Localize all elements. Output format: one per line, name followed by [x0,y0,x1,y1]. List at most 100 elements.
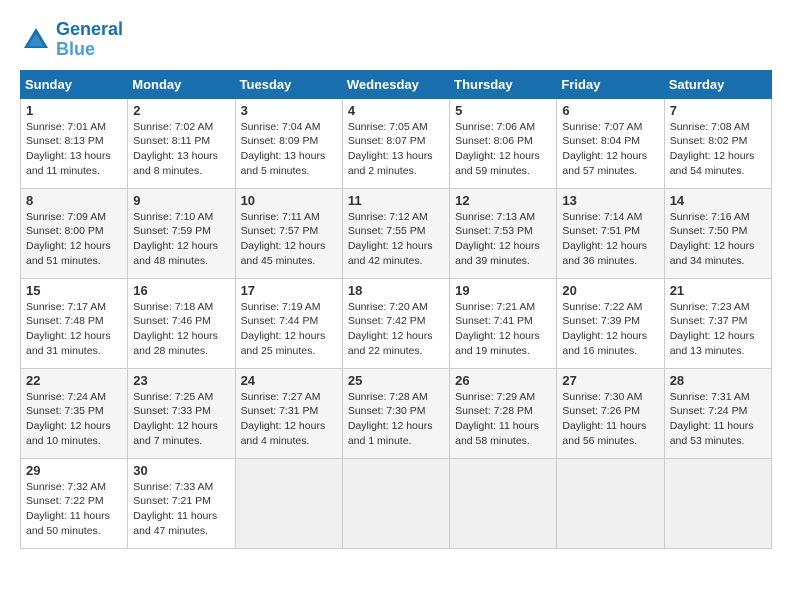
day-number: 30 [133,463,229,478]
day-info: Sunrise: 7:27 AM Sunset: 7:31 PM Dayligh… [241,390,337,449]
day-info: Sunrise: 7:19 AM Sunset: 7:44 PM Dayligh… [241,300,337,359]
day-info: Sunrise: 7:13 AM Sunset: 7:53 PM Dayligh… [455,210,551,269]
calendar-cell: 26 Sunrise: 7:29 AM Sunset: 7:28 PM Dayli… [450,368,557,458]
day-number: 1 [26,103,122,118]
calendar-cell: 1 Sunrise: 7:01 AM Sunset: 8:13 PM Daylig… [21,98,128,188]
calendar-cell: 10 Sunrise: 7:11 AM Sunset: 7:57 PM Dayli… [235,188,342,278]
calendar-cell: 29 Sunrise: 7:32 AM Sunset: 7:22 PM Dayli… [21,458,128,548]
calendar-cell: 20 Sunrise: 7:22 AM Sunset: 7:39 PM Dayli… [557,278,664,368]
calendar-cell: 16Sunrise: 7:18 AM Sunset: 7:46 PM Dayli… [128,278,235,368]
day-number: 21 [670,283,766,298]
day-info: Sunrise: 7:17 AM Sunset: 7:48 PM Dayligh… [26,300,122,359]
day-number: 8 [26,193,122,208]
day-info: Sunrise: 7:25 AM Sunset: 7:33 PM Dayligh… [133,390,229,449]
calendar-cell: 15 Sunrise: 7:17 AM Sunset: 7:48 PM Dayli… [21,278,128,368]
day-number: 4 [348,103,444,118]
day-number: 3 [241,103,337,118]
day-number: 15 [26,283,122,298]
calendar-cell: 14 Sunrise: 7:16 AM Sunset: 7:50 PM Dayli… [664,188,771,278]
calendar-cell [664,458,771,548]
day-number: 12 [455,193,551,208]
calendar-cell [557,458,664,548]
day-info: Sunrise: 7:24 AM Sunset: 7:35 PM Dayligh… [26,390,122,449]
column-header-thursday: Thursday [450,70,557,98]
day-number: 14 [670,193,766,208]
day-number: 10 [241,193,337,208]
page-header: General Blue [20,20,772,60]
day-info: Sunrise: 7:32 AM Sunset: 7:22 PM Dayligh… [26,480,122,539]
day-info: Sunrise: 7:33 AM Sunset: 7:21 PM Dayligh… [133,480,229,539]
day-number: 27 [562,373,658,388]
day-info: Sunrise: 7:18 AM Sunset: 7:46 PM Dayligh… [133,300,229,359]
calendar-cell: 6Sunrise: 7:07 AM Sunset: 8:04 PM Daylig… [557,98,664,188]
calendar-cell: 24 Sunrise: 7:27 AM Sunset: 7:31 PM Dayli… [235,368,342,458]
day-number: 7 [670,103,766,118]
calendar-cell: 23 Sunrise: 7:25 AM Sunset: 7:33 PM Dayli… [128,368,235,458]
week-row-4: 22 Sunrise: 7:24 AM Sunset: 7:35 PM Dayli… [21,368,772,458]
calendar-cell: 30 Sunrise: 7:33 AM Sunset: 7:21 PM Dayli… [128,458,235,548]
calendar-cell: 11 Sunrise: 7:12 AM Sunset: 7:55 PM Dayli… [342,188,449,278]
day-info: Sunrise: 7:08 AM Sunset: 8:02 PM Dayligh… [670,120,766,179]
day-number: 22 [26,373,122,388]
day-info: Sunrise: 7:04 AM Sunset: 8:09 PM Dayligh… [241,120,337,179]
calendar-cell: 28Sunrise: 7:31 AM Sunset: 7:24 PM Dayli… [664,368,771,458]
day-info: Sunrise: 7:20 AM Sunset: 7:42 PM Dayligh… [348,300,444,359]
calendar-cell: 25 Sunrise: 7:28 AM Sunset: 7:30 PM Dayli… [342,368,449,458]
column-header-friday: Friday [557,70,664,98]
day-number: 5 [455,103,551,118]
calendar-cell: 7 Sunrise: 7:08 AM Sunset: 8:02 PM Daylig… [664,98,771,188]
calendar-cell: 19 Sunrise: 7:21 AM Sunset: 7:41 PM Dayli… [450,278,557,368]
day-info: Sunrise: 7:22 AM Sunset: 7:39 PM Dayligh… [562,300,658,359]
day-info: Sunrise: 7:07 AM Sunset: 8:04 PM Dayligh… [562,120,658,179]
day-number: 2 [133,103,229,118]
day-info: Sunrise: 7:14 AM Sunset: 7:51 PM Dayligh… [562,210,658,269]
calendar-header: SundayMondayTuesdayWednesdayThursdayFrid… [21,70,772,98]
week-row-3: 15 Sunrise: 7:17 AM Sunset: 7:48 PM Dayli… [21,278,772,368]
day-info: Sunrise: 7:11 AM Sunset: 7:57 PM Dayligh… [241,210,337,269]
calendar-cell: 13Sunrise: 7:14 AM Sunset: 7:51 PM Dayli… [557,188,664,278]
calendar-cell: 17 Sunrise: 7:19 AM Sunset: 7:44 PM Dayli… [235,278,342,368]
calendar-cell: 27 Sunrise: 7:30 AM Sunset: 7:26 PM Dayli… [557,368,664,458]
day-info: Sunrise: 7:06 AM Sunset: 8:06 PM Dayligh… [455,120,551,179]
calendar-table: SundayMondayTuesdayWednesdayThursdayFrid… [20,70,772,549]
day-number: 20 [562,283,658,298]
day-number: 23 [133,373,229,388]
calendar-cell: 22 Sunrise: 7:24 AM Sunset: 7:35 PM Dayli… [21,368,128,458]
calendar-cell: 9Sunrise: 7:10 AM Sunset: 7:59 PM Daylig… [128,188,235,278]
day-info: Sunrise: 7:02 AM Sunset: 8:11 PM Dayligh… [133,120,229,179]
column-header-monday: Monday [128,70,235,98]
column-header-tuesday: Tuesday [235,70,342,98]
calendar-cell [235,458,342,548]
calendar-cell: 3 Sunrise: 7:04 AM Sunset: 8:09 PM Daylig… [235,98,342,188]
day-info: Sunrise: 7:01 AM Sunset: 8:13 PM Dayligh… [26,120,122,179]
calendar-cell: 21 Sunrise: 7:23 AM Sunset: 7:37 PM Dayli… [664,278,771,368]
day-info: Sunrise: 7:23 AM Sunset: 7:37 PM Dayligh… [670,300,766,359]
week-row-1: 1 Sunrise: 7:01 AM Sunset: 8:13 PM Daylig… [21,98,772,188]
day-number: 24 [241,373,337,388]
calendar-cell [450,458,557,548]
column-header-wednesday: Wednesday [342,70,449,98]
calendar-cell: 8 Sunrise: 7:09 AM Sunset: 8:00 PM Daylig… [21,188,128,278]
day-number: 29 [26,463,122,478]
day-info: Sunrise: 7:30 AM Sunset: 7:26 PM Dayligh… [562,390,658,449]
day-info: Sunrise: 7:21 AM Sunset: 7:41 PM Dayligh… [455,300,551,359]
day-info: Sunrise: 7:09 AM Sunset: 8:00 PM Dayligh… [26,210,122,269]
day-number: 26 [455,373,551,388]
day-info: Sunrise: 7:05 AM Sunset: 8:07 PM Dayligh… [348,120,444,179]
day-number: 28 [670,373,766,388]
calendar-cell: 12 Sunrise: 7:13 AM Sunset: 7:53 PM Dayli… [450,188,557,278]
day-number: 11 [348,193,444,208]
day-number: 25 [348,373,444,388]
day-info: Sunrise: 7:28 AM Sunset: 7:30 PM Dayligh… [348,390,444,449]
column-header-saturday: Saturday [664,70,771,98]
day-info: Sunrise: 7:16 AM Sunset: 7:50 PM Dayligh… [670,210,766,269]
logo-icon [20,24,52,56]
day-number: 17 [241,283,337,298]
day-info: Sunrise: 7:12 AM Sunset: 7:55 PM Dayligh… [348,210,444,269]
day-number: 19 [455,283,551,298]
logo-text: General Blue [56,20,123,60]
logo: General Blue [20,20,123,60]
day-info: Sunrise: 7:29 AM Sunset: 7:28 PM Dayligh… [455,390,551,449]
calendar-cell: 18Sunrise: 7:20 AM Sunset: 7:42 PM Dayli… [342,278,449,368]
day-info: Sunrise: 7:10 AM Sunset: 7:59 PM Dayligh… [133,210,229,269]
